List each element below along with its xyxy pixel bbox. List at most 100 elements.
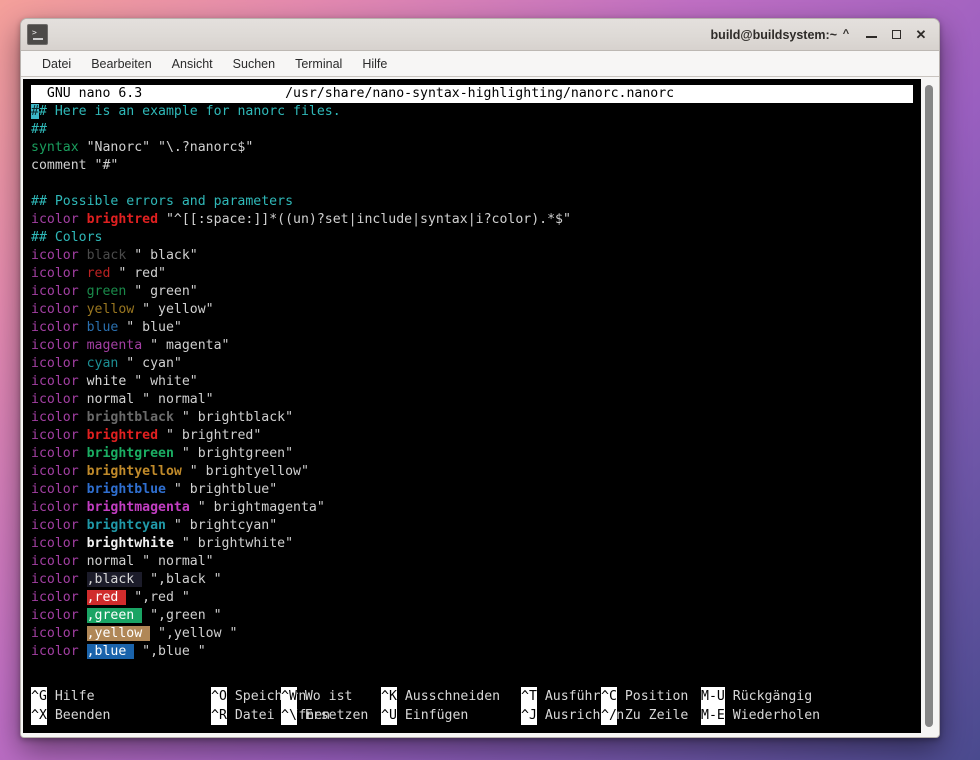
editor-line[interactable]: icolor red " red" — [31, 265, 913, 283]
editor-line[interactable]: icolor blue " blue" — [31, 319, 913, 337]
terminal-screen[interactable]: GNU nano 6.3 /usr/share/nano-syntax-high… — [23, 79, 921, 733]
shortcut-entry[interactable]: M-E Wiederholen — [701, 706, 820, 725]
shortcut-entry[interactable]: ^X Beenden — [31, 706, 110, 725]
editor-line[interactable]: icolor brightred "^[[:space:]]*((un)?set… — [31, 211, 913, 229]
maximize-window-button[interactable] — [889, 28, 903, 42]
editor-line[interactable] — [31, 175, 913, 193]
directive-token: icolor — [31, 446, 87, 461]
argument-token: " brightyellow" — [181, 464, 309, 479]
argument-token: " brightred" — [158, 428, 262, 443]
shortcut-key: ^U — [381, 706, 397, 725]
editor-line[interactable]: icolor ,black ",black " — [31, 571, 913, 589]
editor-line[interactable]: icolor ,yellow ",yellow " — [31, 625, 913, 643]
directive-token: icolor — [31, 482, 87, 497]
shade-window-button[interactable]: ^ — [839, 28, 853, 42]
shortcut-key: ^/ — [601, 706, 617, 725]
chevron-up-icon: ^ — [842, 28, 850, 40]
color-name-token: brightmagenta — [86, 500, 190, 515]
editor-line[interactable]: icolor brightyellow " brightyellow" — [31, 463, 913, 481]
argument-token: " black" — [126, 248, 198, 263]
argument-token: " brightblack" — [173, 410, 294, 425]
directive-token: icolor — [31, 392, 87, 407]
color-name-token: ,green — [86, 608, 143, 623]
editor-line[interactable]: icolor brightblue " brightblue" — [31, 481, 913, 499]
color-name-token: black — [86, 248, 127, 263]
minimize-window-button[interactable] — [864, 28, 878, 42]
shortcut-key: M-U — [701, 687, 725, 706]
editor-line[interactable]: ## — [31, 121, 913, 139]
editor-line[interactable]: icolor brightgreen " brightgreen" — [31, 445, 913, 463]
directive-token: icolor — [31, 212, 87, 227]
directive-token: icolor — [31, 572, 87, 587]
directive-token: icolor — [31, 644, 87, 659]
directive-token: icolor — [31, 536, 87, 551]
argument-token: ",black " — [142, 572, 222, 587]
editor-line[interactable]: icolor yellow " yellow" — [31, 301, 913, 319]
editor-line[interactable]: icolor normal " normal" — [31, 391, 913, 409]
close-window-button[interactable]: ✕ — [914, 28, 928, 42]
directive-token: icolor — [31, 428, 87, 443]
window-title: build@buildsystem:~ — [710, 27, 837, 42]
argument-token: " red" — [110, 266, 166, 281]
shortcut-entry[interactable]: ^G Hilfe — [31, 687, 95, 706]
directive-token: icolor — [31, 500, 87, 515]
directive-token: icolor — [31, 518, 87, 533]
editor-line[interactable]: ## Here is an example for nanorc files. — [31, 103, 913, 121]
shortcut-entry[interactable]: ^U Einfügen — [381, 706, 468, 725]
scrollbar-thumb[interactable] — [925, 85, 933, 727]
terminal-area: GNU nano 6.3 /usr/share/nano-syntax-high… — [21, 77, 939, 737]
shortcut-entry[interactable]: ^\ Ersetzen — [281, 706, 368, 725]
shortcut-key: ^R — [211, 706, 227, 725]
menu-item-datei[interactable]: Datei — [33, 54, 80, 74]
color-name-token: brightred — [86, 428, 159, 443]
shortcut-label: Ausschneiden — [396, 689, 501, 704]
editor-line[interactable]: icolor normal " normal" — [31, 553, 913, 571]
terminal-scrollbar[interactable] — [921, 79, 937, 733]
color-name-token: magenta — [86, 338, 143, 353]
editor-line[interactable]: icolor ,red ",red " — [31, 589, 913, 607]
argument-token: " normal" — [134, 554, 214, 569]
editor-line[interactable]: ## Colors — [31, 229, 913, 247]
editor-line[interactable]: ## Possible errors and parameters — [31, 193, 913, 211]
editor-line[interactable]: icolor ,green ",green " — [31, 607, 913, 625]
terminal-icon-prompt: > — [32, 28, 37, 37]
window-titlebar[interactable]: > build@buildsystem:~ ^ ✕ — [21, 19, 939, 51]
editor-line[interactable]: icolor green " green" — [31, 283, 913, 301]
editor-line[interactable]: icolor brightcyan " brightcyan" — [31, 517, 913, 535]
menu-item-bearbeiten[interactable]: Bearbeiten — [82, 54, 160, 74]
editor-line[interactable]: icolor ,blue ",blue " — [31, 643, 913, 661]
shortcut-label: Position — [616, 689, 689, 704]
editor-line[interactable]: syntax "Nanorc" "\.?nanorc$" — [31, 139, 913, 157]
editor-line[interactable]: icolor magenta " magenta" — [31, 337, 913, 355]
menu-item-suchen[interactable]: Suchen — [224, 54, 284, 74]
editor-line[interactable]: icolor brightwhite " brightwhite" — [31, 535, 913, 553]
menu-item-ansicht[interactable]: Ansicht — [163, 54, 222, 74]
argument-token: " brightgreen" — [173, 446, 294, 461]
directive-token: icolor — [31, 410, 87, 425]
editor-line[interactable]: icolor brightmagenta " brightmagenta" — [31, 499, 913, 517]
shortcut-entry[interactable]: M-U Rückgängig — [701, 687, 812, 706]
color-name-token: ,blue — [86, 644, 135, 659]
directive-token: icolor — [31, 356, 87, 371]
nano-editor-buffer[interactable]: ## Here is an example for nanorc files. #… — [23, 103, 921, 661]
editor-line[interactable]: icolor cyan " cyan" — [31, 355, 913, 373]
shortcut-entry[interactable]: ^/ Zu Zeile — [601, 706, 688, 725]
editor-line[interactable]: icolor brightblack " brightblack" — [31, 409, 913, 427]
shortcut-entry[interactable]: ^K Ausschneiden — [381, 687, 500, 706]
color-name-token: white — [86, 374, 127, 389]
menu-item-hilfe[interactable]: Hilfe — [353, 54, 396, 74]
editor-line[interactable]: icolor brightred " brightred" — [31, 427, 913, 445]
menu-bar: Datei Bearbeiten Ansicht Suchen Terminal… — [21, 51, 939, 77]
menu-item-terminal[interactable]: Terminal — [286, 54, 351, 74]
directive-token: icolor — [31, 284, 87, 299]
string-token: "Nanorc" "\.?nanorc$" — [78, 140, 254, 155]
shortcut-entry[interactable]: ^W Wo ist — [281, 687, 352, 706]
shortcut-key: ^T — [521, 687, 537, 706]
editor-line[interactable]: icolor black " black" — [31, 247, 913, 265]
shortcut-entry[interactable]: ^C Position — [601, 687, 688, 706]
editor-line[interactable]: icolor white " white" — [31, 373, 913, 391]
editor-line[interactable]: comment "#" — [31, 157, 913, 175]
color-name-token: brightyellow — [86, 464, 182, 479]
shortcut-key: ^G — [31, 687, 47, 706]
color-name-token: ,red — [86, 590, 127, 605]
